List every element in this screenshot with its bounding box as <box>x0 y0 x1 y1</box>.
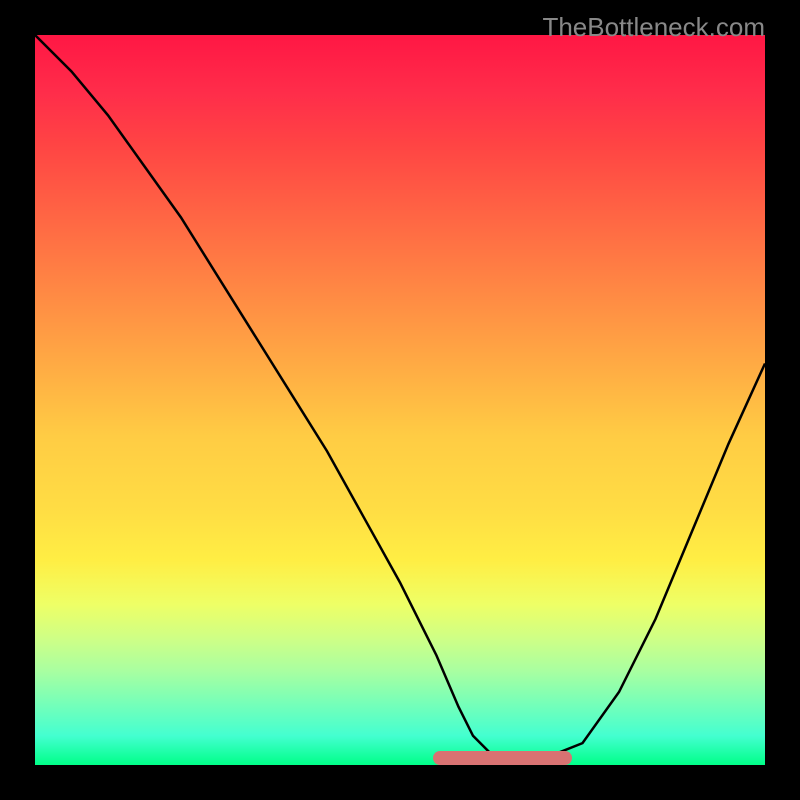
optimal-range-marker <box>433 751 572 765</box>
watermark-text: TheBottleneck.com <box>542 12 765 43</box>
bottleneck-curve <box>35 35 765 765</box>
chart-area <box>35 35 765 765</box>
